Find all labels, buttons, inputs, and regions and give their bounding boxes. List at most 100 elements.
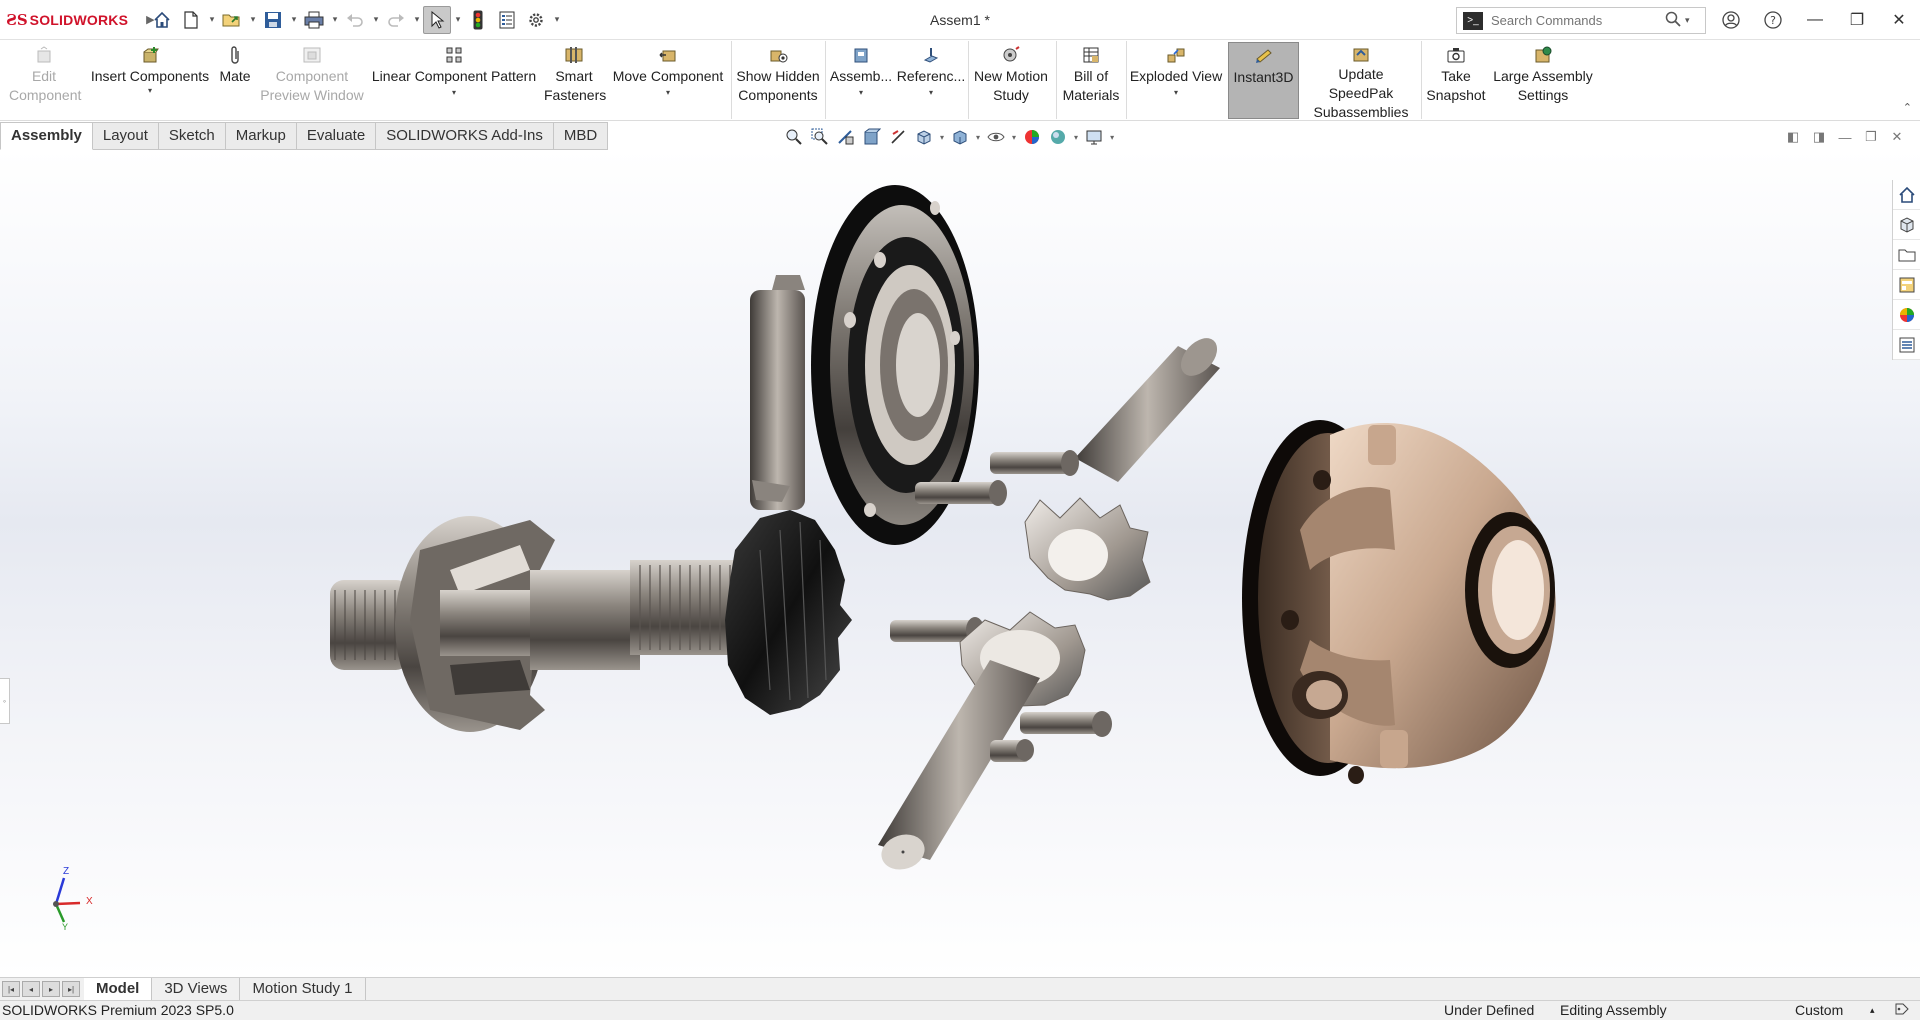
select-cursor-icon[interactable] xyxy=(423,5,451,34)
tab-solidworks-add-ins[interactable]: SOLIDWORKS Add-Ins xyxy=(376,122,554,150)
file-explorer-icon[interactable] xyxy=(1893,240,1920,270)
view-orientation-icon[interactable] xyxy=(914,127,934,147)
appearances-scenes-icon[interactable] xyxy=(1893,300,1920,330)
first-tab-icon[interactable]: |◂ xyxy=(2,981,20,997)
hide-show-items-icon[interactable] xyxy=(986,127,1006,147)
search-icon[interactable] xyxy=(1665,11,1681,30)
edit-appearance-icon[interactable] xyxy=(1022,127,1042,147)
help-icon[interactable]: ? xyxy=(1752,0,1794,40)
last-tab-icon[interactable]: ▸| xyxy=(62,981,80,997)
hide-show-dropdown-icon[interactable]: ▾ xyxy=(1012,133,1016,142)
select-dropdown-icon[interactable]: ▾ xyxy=(452,14,464,25)
collapse-ribbon-icon[interactable]: ⌃ xyxy=(1903,101,1912,114)
zoom-to-fit-icon[interactable] xyxy=(784,127,804,147)
options-gear-icon[interactable] xyxy=(522,6,550,34)
new-motion-study-button[interactable]: New Motion Study xyxy=(970,45,1052,117)
zoom-to-area-icon[interactable] xyxy=(810,127,830,147)
search-dropdown-icon[interactable]: ▾ xyxy=(1685,15,1690,26)
solidworks-resources-home-icon[interactable] xyxy=(1893,180,1920,210)
previous-tab-icon[interactable]: ◂ xyxy=(22,981,40,997)
reference-geometry-dropdown-icon[interactable]: ▾ xyxy=(929,88,933,98)
redo-dropdown-icon[interactable]: ▾ xyxy=(411,14,423,25)
user-account-icon[interactable] xyxy=(1710,0,1752,40)
options-dropdown-icon[interactable]: ▾ xyxy=(551,14,563,25)
move-component-button[interactable]: Move Component ▾ xyxy=(608,45,728,117)
previous-view-icon[interactable] xyxy=(836,127,856,147)
next-tab-icon[interactable]: ▸ xyxy=(42,981,60,997)
apply-scene-icon[interactable] xyxy=(1048,127,1068,147)
file-properties-icon[interactable] xyxy=(493,6,521,34)
display-style-dropdown-icon[interactable]: ▾ xyxy=(976,133,980,142)
unit-system-up-icon[interactable]: ▴ xyxy=(1870,1001,1875,1020)
pinion-gear-upper[interactable] xyxy=(1024,497,1151,601)
search-commands-box[interactable]: >_ ▾ xyxy=(1456,7,1706,34)
take-snapshot-button[interactable]: Take Snapshot xyxy=(1424,45,1488,117)
linear-component-pattern-button[interactable]: Linear Component Pattern ▾ xyxy=(368,45,540,117)
assembly-model[interactable] xyxy=(0,150,1920,977)
edit-component-button[interactable]: Edit Component xyxy=(4,45,84,117)
feature-manager-flyout-toggle[interactable]: ◦ xyxy=(0,678,10,724)
exploded-view-button[interactable]: Exploded View ▾ xyxy=(1128,45,1224,117)
print-dropdown-icon[interactable]: ▾ xyxy=(329,14,341,25)
assembly-features-button[interactable]: Assemb... ▾ xyxy=(828,45,894,117)
display-style-icon[interactable] xyxy=(950,127,970,147)
cross-shaft-upper[interactable] xyxy=(1075,331,1224,482)
mate-button[interactable]: Mate xyxy=(214,45,256,117)
graphics-area[interactable]: Z X Y ◦ xyxy=(0,150,1920,977)
open-folder-icon[interactable] xyxy=(218,6,246,34)
close-window-icon[interactable]: ✕ xyxy=(1878,0,1920,40)
redo-icon[interactable] xyxy=(382,6,410,34)
dynamic-annotation-icon[interactable] xyxy=(888,127,908,147)
tab-assembly[interactable]: Assembly xyxy=(0,122,93,150)
reference-geometry-button[interactable]: Referenc... ▾ xyxy=(896,45,966,117)
tile-left-icon[interactable]: ◧ xyxy=(1780,128,1806,146)
design-library-icon[interactable] xyxy=(1893,210,1920,240)
viewport-close-icon[interactable]: ✕ xyxy=(1884,128,1910,146)
tab-model[interactable]: Model xyxy=(84,978,153,1000)
bevel-gear-dark[interactable] xyxy=(725,510,852,715)
cross-shaft-lower[interactable] xyxy=(877,660,1040,875)
restore-window-icon[interactable]: ❐ xyxy=(1836,0,1878,40)
solidworks-logo[interactable]: ƧS SOLIDWORKS ▶ xyxy=(0,0,155,40)
view-orientation-dropdown-icon[interactable]: ▾ xyxy=(940,133,944,142)
view-settings-icon[interactable] xyxy=(1084,127,1104,147)
unit-system-selector[interactable]: Custom xyxy=(1795,1001,1843,1020)
undo-icon[interactable] xyxy=(341,6,369,34)
section-view-icon[interactable] xyxy=(862,127,882,147)
open-dropdown-icon[interactable]: ▾ xyxy=(247,14,259,25)
save-dropdown-icon[interactable]: ▾ xyxy=(288,14,300,25)
insert-components-button[interactable]: Insert Components ▾ xyxy=(88,45,212,117)
tags-icon[interactable] xyxy=(1894,1001,1910,1020)
minimize-window-icon[interactable]: — xyxy=(1794,0,1836,40)
new-dropdown-icon[interactable]: ▾ xyxy=(206,14,218,25)
large-assembly-settings-button[interactable]: Large Assembly Settings xyxy=(1490,45,1596,117)
rebuild-traffic-light-icon[interactable] xyxy=(464,6,492,34)
tab-mbd[interactable]: MBD xyxy=(553,122,609,150)
new-document-icon[interactable] xyxy=(177,6,205,34)
search-commands-input[interactable] xyxy=(1491,13,1661,28)
tab-layout[interactable]: Layout xyxy=(92,122,159,150)
component-preview-window-button[interactable]: Component Preview Window xyxy=(258,45,366,117)
save-icon[interactable] xyxy=(259,6,287,34)
linear-pattern-dropdown-icon[interactable]: ▾ xyxy=(452,88,456,98)
tab-sketch[interactable]: Sketch xyxy=(158,122,226,150)
viewport-restore-icon[interactable]: ❐ xyxy=(1858,128,1884,146)
apply-scene-dropdown-icon[interactable]: ▾ xyxy=(1074,133,1078,142)
smart-fasteners-button[interactable]: Smart Fasteners xyxy=(542,45,606,117)
tab-evaluate[interactable]: Evaluate xyxy=(296,122,377,150)
assembly-features-dropdown-icon[interactable]: ▾ xyxy=(859,88,863,98)
move-component-dropdown-icon[interactable]: ▾ xyxy=(666,88,670,98)
home-icon[interactable] xyxy=(148,6,176,34)
view-settings-dropdown-icon[interactable]: ▾ xyxy=(1110,133,1114,142)
tab-3d-views[interactable]: 3D Views xyxy=(152,978,241,1000)
exploded-view-dropdown-icon[interactable]: ▾ xyxy=(1174,88,1178,98)
bill-of-materials-button[interactable]: Bill of Materials xyxy=(1058,45,1124,117)
side-gear-shaft-assembly[interactable] xyxy=(330,516,740,732)
tab-motion-study-1[interactable]: Motion Study 1 xyxy=(240,978,366,1000)
print-icon[interactable] xyxy=(300,6,328,34)
tile-right-icon[interactable]: ◨ xyxy=(1806,128,1832,146)
instant3d-button[interactable]: Instant3D xyxy=(1228,42,1299,119)
insert-components-dropdown-icon[interactable]: ▾ xyxy=(148,86,152,96)
undo-dropdown-icon[interactable]: ▾ xyxy=(370,14,382,25)
show-hidden-components-button[interactable]: Show Hidden Components xyxy=(734,45,822,117)
